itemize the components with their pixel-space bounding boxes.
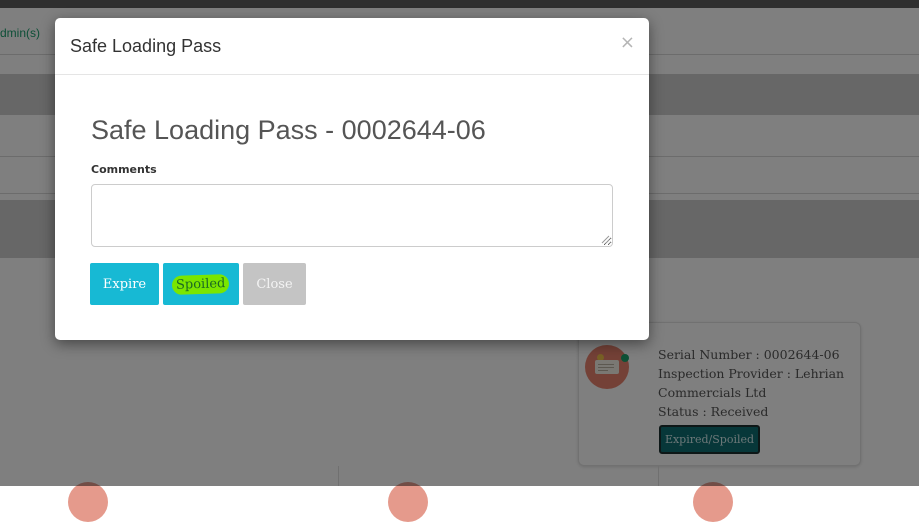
card-icon-partial xyxy=(388,482,428,522)
expire-button[interactable]: Expire xyxy=(90,263,159,305)
pass-heading: Safe Loading Pass - 0002644-06 xyxy=(91,115,486,145)
spoiled-button[interactable]: Spoiled xyxy=(163,263,239,305)
close-button[interactable]: Close xyxy=(243,263,306,305)
spoiled-button-label: Spoiled xyxy=(171,273,231,295)
modal-title: Safe Loading Pass xyxy=(70,36,222,56)
comments-label: Comments xyxy=(91,163,157,176)
card-icon-partial xyxy=(693,482,733,522)
comments-textarea[interactable] xyxy=(91,184,613,247)
card-icon-partial xyxy=(68,482,108,522)
safe-loading-pass-modal: Safe Loading Pass × Safe Loading Pass - … xyxy=(55,18,649,340)
resize-grip-icon[interactable] xyxy=(601,235,610,244)
close-icon[interactable]: × xyxy=(620,32,635,53)
modal-header: Safe Loading Pass × xyxy=(55,18,649,75)
